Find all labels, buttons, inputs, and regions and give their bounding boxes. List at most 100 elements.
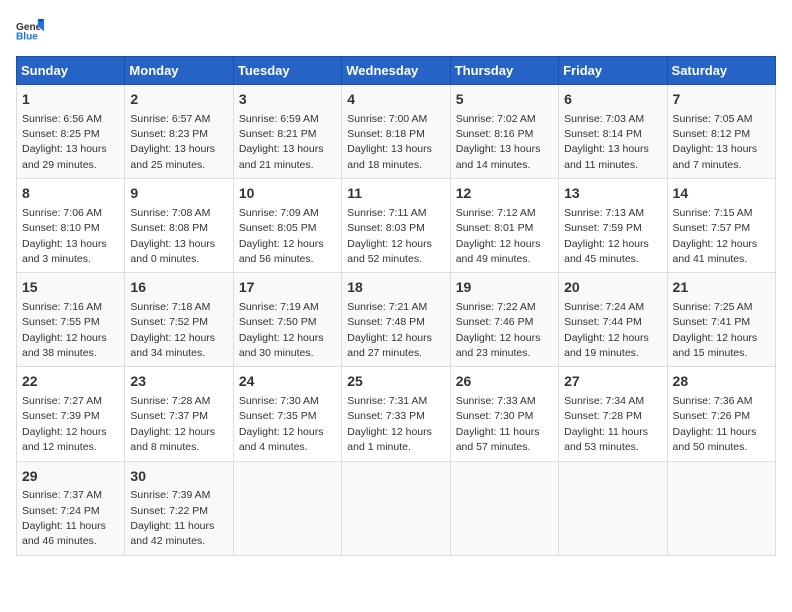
cell-text-line: Sunrise: 7:15 AM (673, 207, 753, 219)
day-number: 8 (22, 184, 119, 204)
cell-text-line: and 7 minutes. (673, 159, 742, 171)
calendar-cell: 10Sunrise: 7:09 AMSunset: 8:05 PMDayligh… (233, 179, 341, 273)
cell-text-line: Sunset: 7:28 PM (564, 410, 642, 422)
cell-text-line: Daylight: 12 hours (239, 426, 324, 438)
week-row-2: 8Sunrise: 7:06 AMSunset: 8:10 PMDaylight… (17, 179, 776, 273)
calendar-table: SundayMondayTuesdayWednesdayThursdayFrid… (16, 56, 776, 556)
calendar-cell: 4Sunrise: 7:00 AMSunset: 8:18 PMDaylight… (342, 85, 450, 179)
day-number: 19 (456, 278, 553, 298)
cell-text-line: Sunset: 7:26 PM (673, 410, 751, 422)
cell-text-line: Daylight: 11 hours (22, 520, 106, 532)
week-row-5: 29Sunrise: 7:37 AMSunset: 7:24 PMDayligh… (17, 461, 776, 555)
cell-text-line: Daylight: 11 hours (673, 426, 757, 438)
cell-text-line: Daylight: 13 hours (347, 143, 432, 155)
cell-text-line: Daylight: 12 hours (22, 332, 107, 344)
day-header-thursday: Thursday (450, 57, 558, 85)
calendar-cell: 22Sunrise: 7:27 AMSunset: 7:39 PMDayligh… (17, 367, 125, 461)
cell-text-line: Sunrise: 7:19 AM (239, 301, 319, 313)
day-header-tuesday: Tuesday (233, 57, 341, 85)
day-number: 27 (564, 372, 661, 392)
cell-text-line: and 21 minutes. (239, 159, 314, 171)
cell-text-line: and 25 minutes. (130, 159, 205, 171)
cell-text-line: Daylight: 12 hours (130, 332, 215, 344)
cell-text-line: and 18 minutes. (347, 159, 422, 171)
calendar-cell: 26 Sunrise: 7:33 AM Sunset: 7:30 PM Dayligh… (450, 367, 558, 461)
cell-text-line: Sunset: 7:57 PM (673, 222, 751, 234)
cell-text-line: Sunset: 7:50 PM (239, 316, 317, 328)
cell-text-line: Daylight: 13 hours (22, 143, 107, 155)
calendar-cell (233, 461, 341, 555)
cell-text-line: Daylight: 13 hours (130, 238, 215, 250)
cell-text-line: Sunrise: 7:00 AM (347, 113, 427, 125)
calendar-cell: 6 Sunrise: 7:03 AM Sunset: 8:14 PM Daylight… (559, 85, 667, 179)
cell-text-line: Daylight: 12 hours (673, 238, 758, 250)
cell-text-line: Sunrise: 7:31 AM (347, 395, 427, 407)
cell-text-line: Sunset: 7:59 PM (564, 222, 642, 234)
cell-text-line: Sunset: 8:14 PM (564, 128, 642, 140)
cell-text-line: Sunrise: 6:59 AM (239, 113, 319, 125)
calendar-cell: 29Sunrise: 7:37 AMSunset: 7:24 PMDayligh… (17, 461, 125, 555)
cell-text-line: and 3 minutes. (22, 253, 91, 265)
cell-text-line: Sunrise: 7:27 AM (22, 395, 102, 407)
day-number: 1 (22, 90, 119, 110)
calendar-cell: 21Sunrise: 7:25 AMSunset: 7:41 PMDayligh… (667, 273, 775, 367)
cell-text-line: Sunset: 8:25 PM (22, 128, 100, 140)
cell-text-line: and 19 minutes. (564, 347, 639, 359)
cell-text-line: Sunset: 7:35 PM (239, 410, 317, 422)
cell-text-line: and 41 minutes. (673, 253, 748, 265)
cell-text-line: Sunrise: 7:16 AM (22, 301, 102, 313)
week-row-1: 1Sunrise: 6:56 AMSunset: 8:25 PMDaylight… (17, 85, 776, 179)
cell-text-line: Sunset: 7:48 PM (347, 316, 425, 328)
cell-text-line: Daylight: 13 hours (239, 143, 324, 155)
cell-text-line: Sunset: 7:41 PM (673, 316, 751, 328)
day-number: 16 (130, 278, 227, 298)
cell-text-line: Sunrise: 7:33 AM (456, 395, 536, 407)
cell-text-line: Sunrise: 7:25 AM (673, 301, 753, 313)
cell-text-line: and 38 minutes. (22, 347, 97, 359)
cell-text-line: Sunrise: 7:03 AM (564, 113, 644, 125)
calendar-cell: 15Sunrise: 7:16 AMSunset: 7:55 PMDayligh… (17, 273, 125, 367)
calendar-cell: 1Sunrise: 6:56 AMSunset: 8:25 PMDaylight… (17, 85, 125, 179)
cell-text-line: Sunrise: 7:11 AM (347, 207, 426, 219)
calendar-cell (342, 461, 450, 555)
day-header-saturday: Saturday (667, 57, 775, 85)
cell-text-line: Daylight: 13 hours (22, 238, 107, 250)
calendar-cell (667, 461, 775, 555)
calendar-cell (559, 461, 667, 555)
day-number: 12 (456, 184, 553, 204)
day-number: 26 (456, 372, 553, 392)
svg-text:Blue: Blue (16, 31, 38, 42)
cell-text-line: Sunset: 7:37 PM (130, 410, 208, 422)
cell-text-line: Sunset: 7:30 PM (456, 410, 534, 422)
day-number: 6 (564, 90, 661, 110)
cell-text-line: Daylight: 13 hours (673, 143, 758, 155)
day-number: 13 (564, 184, 661, 204)
cell-text-line: Sunrise: 7:24 AM (564, 301, 644, 313)
cell-text-line: and 12 minutes. (22, 441, 97, 453)
day-number: 11 (347, 184, 444, 204)
cell-text-line: Sunset: 7:52 PM (130, 316, 208, 328)
cell-text-line: and 14 minutes. (456, 159, 531, 171)
calendar-cell: 28Sunrise: 7:36 AMSunset: 7:26 PMDayligh… (667, 367, 775, 461)
cell-text-line: Sunset: 7:39 PM (22, 410, 100, 422)
calendar-cell (450, 461, 558, 555)
cell-text-line: and 11 minutes. (564, 159, 638, 171)
cell-text-line: and 53 minutes. (564, 441, 639, 453)
cell-text-line: Sunrise: 7:22 AM (456, 301, 536, 313)
day-number: 29 (22, 467, 119, 487)
logo: General Blue (16, 16, 50, 44)
cell-text-line: Sunset: 8:01 PM (456, 222, 534, 234)
cell-text-line: and 15 minutes. (673, 347, 748, 359)
day-number: 9 (130, 184, 227, 204)
cell-text-line: Daylight: 12 hours (347, 426, 432, 438)
cell-text-line: Sunrise: 7:06 AM (22, 207, 102, 219)
cell-text-line: Daylight: 13 hours (564, 143, 649, 155)
cell-text-line: and 30 minutes. (239, 347, 314, 359)
calendar-cell: 17Sunrise: 7:19 AMSunset: 7:50 PMDayligh… (233, 273, 341, 367)
cell-text-line: Daylight: 13 hours (130, 143, 215, 155)
cell-text-line: Daylight: 11 hours (456, 426, 540, 438)
day-number: 14 (673, 184, 770, 204)
cell-text-line: Sunset: 7:22 PM (130, 505, 208, 517)
calendar-cell: 5Sunrise: 7:02 AMSunset: 8:16 PMDaylight… (450, 85, 558, 179)
day-number: 20 (564, 278, 661, 298)
